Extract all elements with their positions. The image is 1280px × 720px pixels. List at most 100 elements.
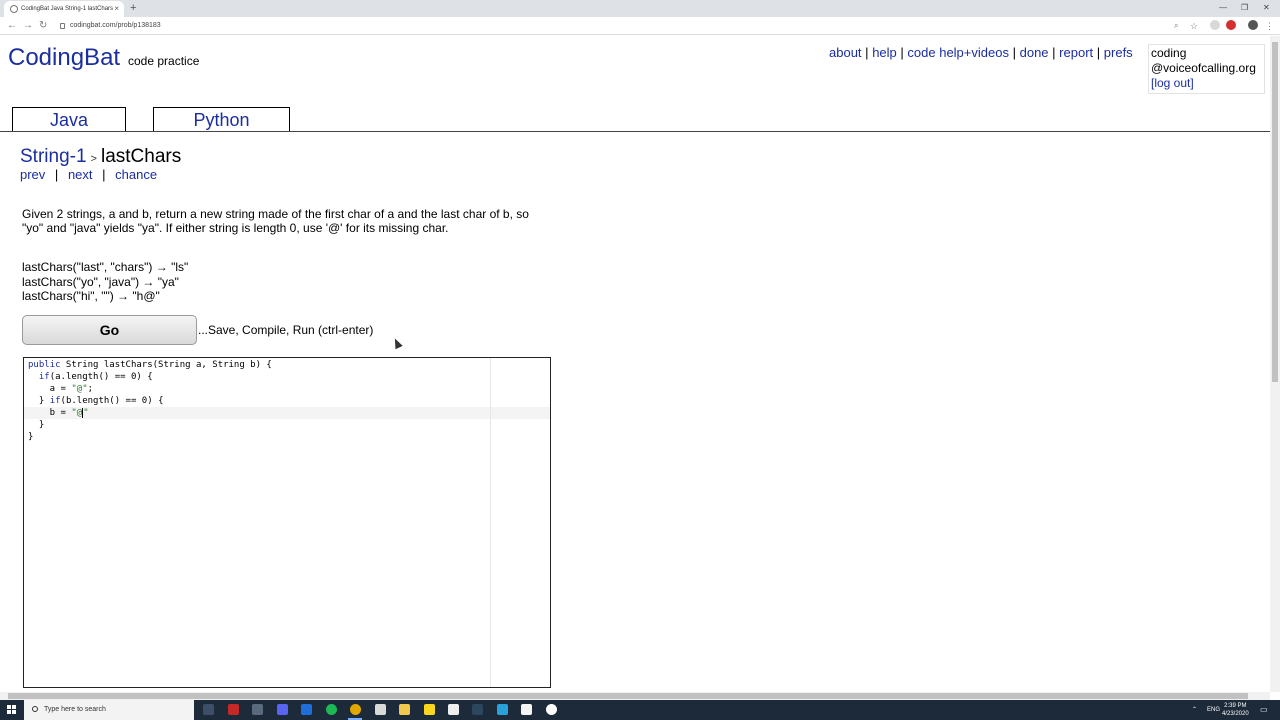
nav-report[interactable]: report bbox=[1059, 45, 1093, 60]
url-text: codingbat.com/prob/p138183 bbox=[70, 22, 161, 29]
code-line: ; bbox=[87, 384, 94, 394]
code-line: b = bbox=[28, 408, 72, 418]
nav-help[interactable]: help bbox=[872, 45, 897, 60]
user-box: coding @voiceofcalling.org [log out] bbox=[1148, 44, 1265, 94]
clock-date: 4/23/2020 bbox=[1222, 711, 1249, 717]
tab-java[interactable]: Java bbox=[12, 107, 126, 132]
tab-close-icon[interactable]: × bbox=[114, 1, 119, 17]
zoom-icon[interactable]: ⌕ bbox=[1174, 19, 1178, 33]
file-explorer-icon[interactable] bbox=[399, 704, 410, 715]
user-name: coding bbox=[1151, 46, 1187, 60]
mouse-pointer-icon bbox=[391, 336, 403, 350]
code-keyword: if bbox=[38, 372, 50, 382]
nav-separator: | bbox=[1096, 45, 1101, 60]
code-keyword: if bbox=[49, 396, 61, 406]
problem-nav-separator: | bbox=[102, 167, 106, 182]
code-line: (a.length() == 0) { bbox=[49, 372, 153, 382]
nav-prefs[interactable]: prefs bbox=[1104, 45, 1133, 60]
tray-chevron-icon[interactable]: ⌃ bbox=[1192, 700, 1197, 720]
prev-link[interactable]: prev bbox=[20, 167, 45, 182]
pdf-app-icon[interactable] bbox=[228, 704, 239, 715]
reload-icon[interactable]: ↻ bbox=[39, 19, 47, 33]
app-icon[interactable] bbox=[497, 704, 508, 715]
code-line: (b.length() == 0) { bbox=[60, 396, 164, 406]
back-icon[interactable]: ← bbox=[7, 19, 17, 33]
bookmark-star-icon[interactable]: ☆ bbox=[1190, 19, 1198, 33]
browser-tab[interactable]: CodingBat Java String-1 lastChars × bbox=[4, 1, 124, 17]
task-view-icon[interactable] bbox=[203, 704, 214, 715]
code-line: } bbox=[28, 432, 34, 442]
new-tab-button[interactable]: + bbox=[130, 0, 136, 17]
problem-nav-separator: | bbox=[54, 167, 59, 182]
nav-separator: | bbox=[1012, 45, 1016, 60]
document-icon[interactable] bbox=[521, 704, 532, 715]
screen: CodingBat Java String-1 lastChars × + — … bbox=[0, 0, 1280, 720]
kakaotalk-icon[interactable] bbox=[424, 704, 435, 715]
problem-description: Given 2 strings, a and b, return a new s… bbox=[22, 207, 529, 235]
notepad-icon[interactable] bbox=[448, 704, 459, 715]
forward-icon[interactable]: → bbox=[23, 19, 33, 33]
clock-time: 2:39 PM bbox=[1224, 703, 1247, 709]
taskbar: Type here to search ⌃ ENG 2:39 PM 4/23/2… bbox=[0, 700, 1280, 720]
address-bar[interactable]: codingbat.com/prob/p138183 bbox=[58, 19, 1208, 33]
search-icon bbox=[32, 706, 38, 712]
browser-tab-bar: CodingBat Java String-1 lastChars × + — … bbox=[0, 0, 1280, 17]
taskbar-search[interactable]: Type here to search bbox=[24, 700, 194, 720]
example-2: lastChars("yo", "java") → "ya" bbox=[22, 275, 179, 289]
nav-done[interactable]: done bbox=[1020, 45, 1049, 60]
nav-code-help[interactable]: code help+videos bbox=[907, 45, 1009, 60]
minimize-button[interactable]: — bbox=[1219, 0, 1227, 16]
tab-python[interactable]: Python bbox=[153, 107, 290, 132]
horizontal-scroll-thumb[interactable] bbox=[8, 693, 1248, 699]
breadcrumb-arrow: > bbox=[90, 153, 97, 165]
maximize-button[interactable]: ❐ bbox=[1241, 0, 1248, 16]
user-domain: @voiceofcalling.org bbox=[1151, 61, 1256, 75]
clock[interactable]: 2:39 PM 4/23/2020 bbox=[1222, 702, 1249, 718]
chrome-icon[interactable] bbox=[350, 704, 361, 715]
vertical-scroll-thumb[interactable] bbox=[1272, 42, 1278, 382]
spotify-icon[interactable] bbox=[326, 704, 337, 715]
go-hint: ...Save, Compile, Run (ctrl-enter) bbox=[198, 323, 374, 337]
go-button[interactable]: Go bbox=[22, 315, 197, 345]
breadcrumb-section[interactable]: String-1 bbox=[20, 146, 87, 167]
lock-icon bbox=[60, 23, 65, 29]
example-1: lastChars("last", "chars") → "ls" bbox=[22, 260, 189, 274]
code-string: "@ bbox=[71, 408, 83, 418]
notification-icon[interactable]: ▭ bbox=[1260, 700, 1268, 720]
tab-title: CodingBat Java String-1 lastChars bbox=[21, 6, 114, 12]
code-line: } bbox=[28, 396, 50, 406]
close-window-button[interactable]: ✕ bbox=[1263, 0, 1270, 16]
store-icon[interactable] bbox=[375, 704, 386, 715]
discord-icon[interactable] bbox=[277, 704, 288, 715]
code-string: "@" bbox=[71, 384, 88, 394]
site-logo[interactable]: CodingBat bbox=[8, 43, 120, 73]
nav-about[interactable]: about bbox=[829, 45, 862, 60]
globe-icon bbox=[10, 5, 18, 13]
nav-separator: | bbox=[865, 45, 869, 60]
example-3: lastChars("hi", "") → "h@" bbox=[22, 289, 160, 303]
logout-link[interactable]: [log out] bbox=[1151, 76, 1262, 91]
code-line: } bbox=[28, 420, 45, 430]
adblock-icon[interactable] bbox=[1226, 20, 1236, 30]
code-string: " bbox=[83, 408, 89, 418]
code-line: a = bbox=[28, 384, 72, 394]
extension-icon[interactable] bbox=[1210, 20, 1220, 30]
menu-icon[interactable]: ⋮ bbox=[1265, 19, 1274, 33]
code-text[interactable]: public String lastChars(String a, String… bbox=[28, 359, 272, 443]
problem-nav: prev | next | chance bbox=[20, 168, 157, 182]
search-placeholder: Type here to search bbox=[44, 706, 106, 713]
profile-avatar-icon[interactable] bbox=[1248, 20, 1258, 30]
nav-separator: | bbox=[1052, 45, 1056, 60]
settings-gear-icon[interactable] bbox=[252, 704, 263, 715]
browser-toolbar: ← → ↻ codingbat.com/prob/p138183 ⌕ ☆ ⋮ bbox=[0, 17, 1280, 35]
photoshop-icon[interactable] bbox=[301, 704, 312, 715]
steam-icon[interactable] bbox=[472, 704, 483, 715]
code-editor[interactable]: public String lastChars(String a, String… bbox=[23, 357, 551, 688]
chance-link[interactable]: chance bbox=[115, 167, 157, 182]
obs-icon[interactable] bbox=[546, 704, 557, 715]
code-line: String lastChars(String a, String b) { bbox=[60, 360, 272, 370]
input-language[interactable]: ENG bbox=[1207, 700, 1220, 720]
problem-title: lastChars bbox=[100, 146, 182, 167]
windows-start-icon[interactable] bbox=[7, 705, 16, 714]
next-link[interactable]: next bbox=[68, 167, 93, 182]
